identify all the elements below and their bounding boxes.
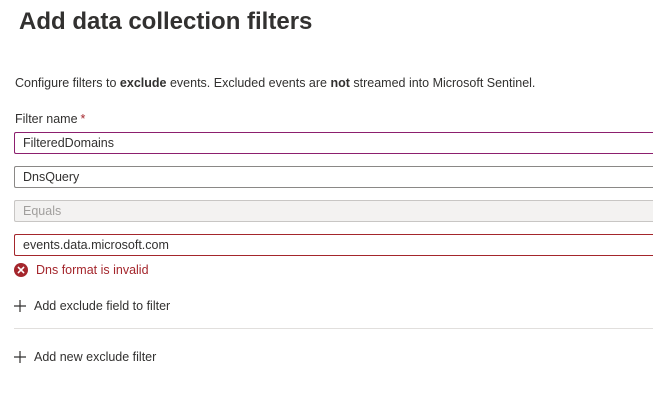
filter-name-input[interactable] bbox=[14, 132, 653, 154]
filter-operator-field bbox=[14, 200, 653, 222]
description-text-1: Configure filters to bbox=[15, 76, 120, 90]
section-divider bbox=[14, 328, 653, 329]
add-exclude-field-button[interactable]: Add exclude field to filter bbox=[13, 298, 170, 314]
description-bold-not: not bbox=[330, 76, 350, 90]
add-data-collection-filters-panel: Add data collection filters Configure fi… bbox=[0, 0, 653, 406]
validation-error: Dns format is invalid bbox=[14, 262, 149, 278]
filter-field-dropdown[interactable] bbox=[14, 166, 653, 188]
error-message: Dns format is invalid bbox=[36, 263, 149, 277]
add-exclude-field-label: Add exclude field to filter bbox=[34, 299, 171, 313]
filter-name-label-text: Filter name bbox=[15, 112, 78, 126]
add-exclude-filter-label: Add new exclude filter bbox=[34, 350, 157, 364]
required-marker: * bbox=[80, 112, 86, 126]
page-title: Add data collection filters bbox=[19, 8, 313, 35]
plus-icon bbox=[13, 299, 27, 313]
error-circle-icon bbox=[14, 263, 28, 277]
filter-name-label: Filter name * bbox=[15, 111, 85, 127]
description-text-3: streamed into Microsoft Sentinel. bbox=[349, 76, 536, 90]
plus-icon bbox=[13, 350, 27, 364]
add-exclude-filter-button[interactable]: Add new exclude filter bbox=[13, 349, 156, 365]
description-text-2: events. Excluded events are bbox=[166, 76, 331, 90]
filter-value-input[interactable] bbox=[14, 234, 653, 256]
filters-description: Configure filters to exclude events. Exc… bbox=[15, 74, 535, 92]
description-bold-exclude: exclude bbox=[119, 76, 167, 90]
